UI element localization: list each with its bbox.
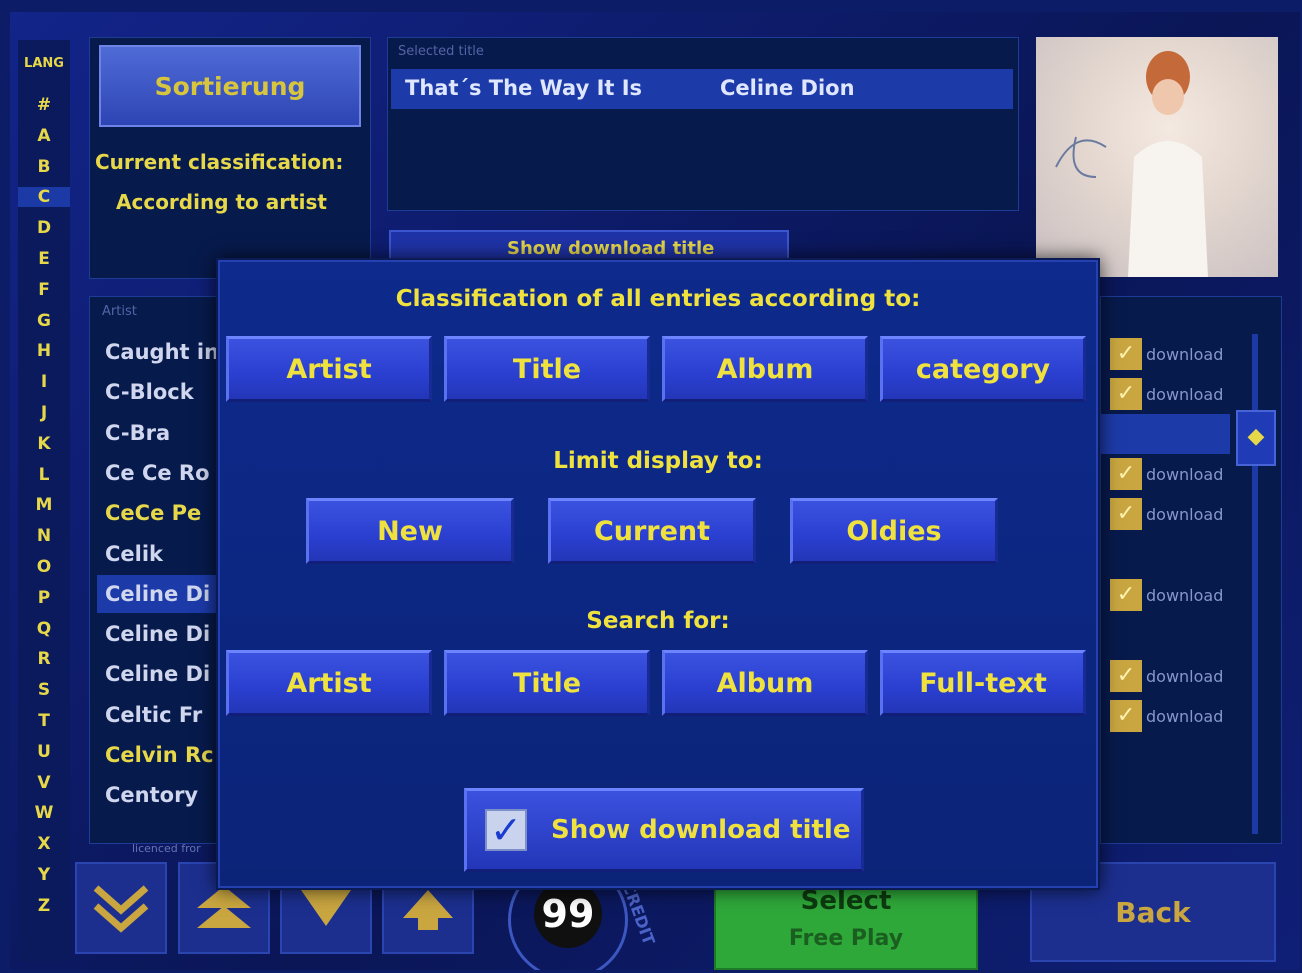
back-label: Back <box>1115 895 1191 929</box>
lang-button[interactable]: LANG <box>18 54 70 74</box>
download-check-icon: ✓ <box>1110 579 1142 611</box>
letter-a[interactable]: A <box>18 126 70 146</box>
letter-y[interactable]: Y <box>18 865 70 885</box>
letter-hash[interactable]: # <box>18 95 70 115</box>
download-check-icon: ✓ <box>1110 498 1142 530</box>
artist-list-header: Artist <box>102 304 137 319</box>
download-label: download <box>1146 344 1224 364</box>
selected-song-title: That´s The Way It Is <box>405 76 643 100</box>
checkmark-icon: ✓ <box>490 808 522 852</box>
letter-u[interactable]: U <box>18 742 70 762</box>
letter-n[interactable]: N <box>18 526 70 546</box>
letter-b[interactable]: B <box>18 157 70 177</box>
download-label: download <box>1146 384 1224 404</box>
letter-r[interactable]: R <box>18 649 70 669</box>
search-artist-button[interactable]: Artist <box>226 650 432 716</box>
show-download-toggle[interactable]: ✓ Show download title <box>464 788 864 872</box>
letter-k[interactable]: K <box>18 434 70 454</box>
download-label: download <box>1146 504 1224 524</box>
letter-f[interactable]: F <box>18 280 70 300</box>
current-classification-label: Current classification: <box>95 150 344 174</box>
letter-i[interactable]: I <box>18 372 70 392</box>
download-check-icon: ✓ <box>1110 660 1142 692</box>
search-title-button[interactable]: Title <box>444 650 650 716</box>
limit-current-button[interactable]: Current <box>548 498 756 564</box>
credit-count: 99 <box>541 892 595 936</box>
classification-heading: Classification of all entries according … <box>395 286 921 312</box>
download-indicator: ✓ download <box>1110 498 1223 530</box>
double-chevron-down-icon <box>93 885 149 933</box>
search-fulltext-button[interactable]: Full-text <box>880 650 1086 716</box>
download-indicator: ✓ download <box>1110 378 1223 410</box>
download-check-icon: ✓ <box>1110 458 1142 490</box>
limit-heading: Limit display to: <box>553 448 763 474</box>
classify-title-button[interactable]: Title <box>444 336 650 402</box>
letter-s[interactable]: S <box>18 680 70 700</box>
download-indicator: ✓ download <box>1110 458 1223 490</box>
album-art-graphic <box>1055 51 1208 277</box>
song-list-scrollbar[interactable] <box>1252 334 1258 834</box>
letter-q[interactable]: Q <box>18 619 70 639</box>
download-label: download <box>1146 706 1224 726</box>
background-show-download-toggle[interactable]: Show download title <box>389 230 789 260</box>
sort-button[interactable]: Sortierung <box>99 45 361 127</box>
download-check-icon: ✓ <box>1110 378 1142 410</box>
download-indicator: ✓ download <box>1110 579 1223 611</box>
album-cover-image <box>1036 37 1278 277</box>
letter-m[interactable]: M <box>18 495 70 515</box>
letter-d[interactable]: D <box>18 218 70 238</box>
background-show-download-label: Show download title <box>507 238 715 259</box>
download-label: download <box>1146 666 1224 686</box>
limit-new-button[interactable]: New <box>306 498 514 564</box>
letter-t[interactable]: T <box>18 711 70 731</box>
selected-title-row[interactable]: That´s The Way It Is Celine Dion <box>391 69 1013 109</box>
search-album-button[interactable]: Album <box>662 650 868 716</box>
classify-album-button[interactable]: Album <box>662 336 868 402</box>
show-download-checkbox[interactable]: ✓ <box>485 809 527 851</box>
page-down-button[interactable] <box>75 862 167 954</box>
classify-artist-button[interactable]: Artist <box>226 336 432 402</box>
current-classification-value: According to artist <box>116 190 327 214</box>
scroll-thumb-icon[interactable]: ◆ <box>1236 410 1276 466</box>
download-check-icon: ✓ <box>1110 700 1142 732</box>
sort-dialog: Classification of all entries according … <box>216 258 1100 890</box>
free-play-label: Free Play <box>788 926 904 951</box>
letter-h[interactable]: H <box>18 341 70 361</box>
letter-o[interactable]: O <box>18 557 70 577</box>
letter-x[interactable]: X <box>18 834 70 854</box>
letter-p[interactable]: P <box>18 588 70 608</box>
selected-song-artist: Celine Dion <box>720 76 855 100</box>
letter-w[interactable]: W <box>18 803 70 823</box>
select-label: Select <box>800 886 892 916</box>
search-heading: Search for: <box>586 608 730 634</box>
download-check-icon: ✓ <box>1110 338 1142 370</box>
download-indicator: ✓ download <box>1110 660 1223 692</box>
letter-z[interactable]: Z <box>18 896 70 916</box>
letter-index: LANG # A B C D E F G H I J K L M N O P Q R S T U V W X Y Z <box>18 40 70 962</box>
limit-oldies-button[interactable]: Oldies <box>790 498 998 564</box>
classify-category-button[interactable]: category <box>880 336 1086 402</box>
licence-text: licenced fror <box>132 842 201 855</box>
show-download-label: Show download title <box>551 815 851 845</box>
selected-title-header: Selected title <box>398 44 484 59</box>
download-label: download <box>1146 585 1224 605</box>
letter-c[interactable]: C <box>18 187 70 208</box>
download-indicator: ✓ download <box>1110 338 1223 370</box>
selected-title-panel <box>387 37 1019 211</box>
letter-j[interactable]: J <box>18 403 70 423</box>
download-indicator: ✓ download <box>1110 700 1223 732</box>
letter-l[interactable]: L <box>18 465 70 485</box>
letter-v[interactable]: V <box>18 773 70 793</box>
letter-g[interactable]: G <box>18 311 70 331</box>
download-label: download <box>1146 464 1224 484</box>
letter-e[interactable]: E <box>18 249 70 269</box>
song-list-selected-row[interactable] <box>1100 414 1230 454</box>
